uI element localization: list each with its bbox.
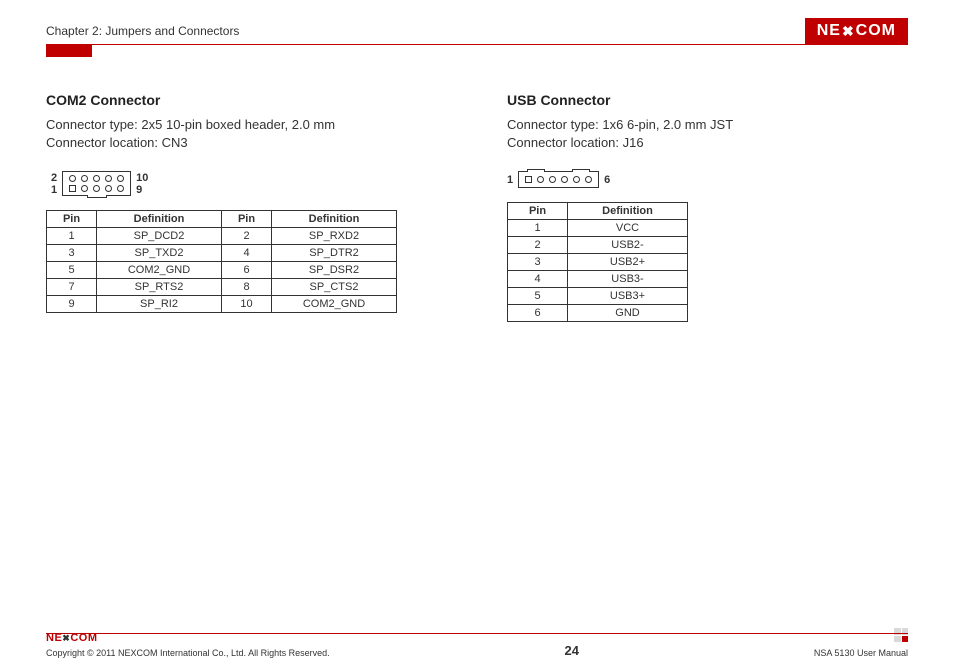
th-pin: Pin	[508, 203, 568, 220]
pin-circle-icon	[549, 176, 556, 183]
copyright-text: Copyright © 2011 NEXCOM International Co…	[46, 648, 330, 658]
com2-pin-num-10: 10	[136, 172, 148, 184]
pin-circle-icon	[69, 175, 76, 182]
pin-square-icon	[525, 176, 532, 183]
com2-pin-num-9: 9	[136, 184, 148, 196]
th-pin: Pin	[222, 211, 272, 228]
com2-type: Connector type: 2x5 10-pin boxed header,…	[46, 116, 447, 134]
usb-section: USB Connector Connector type: 1x6 6-pin,…	[507, 92, 908, 322]
connector-top-tabs	[527, 169, 590, 172]
usb-diagram: 1 6	[507, 171, 908, 188]
table-row: 5COM2_GND6SP_DSR2	[47, 262, 397, 279]
nexcom-logo: NE ✖ COM	[805, 18, 908, 44]
page-footer: Copyright © 2011 NEXCOM International Co…	[46, 643, 908, 658]
pin-circle-icon	[93, 185, 100, 192]
manual-title: NSA 5130 User Manual	[814, 648, 908, 658]
table-row: 9SP_RI210COM2_GND	[47, 296, 397, 313]
pin-circle-icon	[105, 185, 112, 192]
footer-divider	[46, 633, 908, 634]
usb-type: Connector type: 1x6 6-pin, 2.0 mm JST	[507, 116, 908, 134]
usb-connector-box	[518, 171, 599, 188]
com2-pin-table: Pin Definition Pin Definition 1SP_DCD22S…	[46, 210, 397, 313]
usb-title: USB Connector	[507, 92, 908, 108]
com2-location: Connector location: CN3	[46, 134, 447, 152]
pin-circle-icon	[81, 185, 88, 192]
table-row: 4USB3-	[508, 271, 688, 288]
th-def: Definition	[272, 211, 397, 228]
com2-pin-num-2: 2	[51, 172, 57, 184]
logo-text-right: COM	[856, 22, 896, 40]
pin-circle-icon	[117, 175, 124, 182]
pin-circle-icon	[93, 175, 100, 182]
pin-circle-icon	[537, 176, 544, 183]
table-row: 7SP_RTS28SP_CTS2	[47, 279, 397, 296]
table-header-row: Pin Definition	[508, 203, 688, 220]
table-row: 5USB3+	[508, 288, 688, 305]
logo-x-icon: ✖	[842, 23, 855, 40]
com2-pin-num-1: 1	[51, 184, 57, 196]
connector-tab-icon	[87, 195, 107, 198]
table-row: 1SP_DCD22SP_RXD2	[47, 228, 397, 245]
pin-circle-icon	[81, 175, 88, 182]
header-accent-block	[46, 45, 92, 57]
com2-diagram: 2 1	[46, 171, 447, 196]
com2-section: COM2 Connector Connector type: 2x5 10-pi…	[46, 92, 447, 322]
page-header: Chapter 2: Jumpers and Connectors NE ✖ C…	[46, 18, 908, 44]
table-header-row: Pin Definition Pin Definition	[47, 211, 397, 228]
table-row: 2USB2-	[508, 237, 688, 254]
header-divider	[46, 44, 908, 45]
pin-circle-icon	[561, 176, 568, 183]
usb-pin-num-6: 6	[604, 174, 610, 186]
com2-title: COM2 Connector	[46, 92, 447, 108]
table-row: 6GND	[508, 305, 688, 322]
pin-circle-icon	[105, 175, 112, 182]
footer-squares-icon	[894, 628, 908, 642]
th-def: Definition	[97, 211, 222, 228]
main-content: COM2 Connector Connector type: 2x5 10-pi…	[46, 92, 908, 322]
th-def: Definition	[568, 203, 688, 220]
pin-circle-icon	[585, 176, 592, 183]
table-row: 3SP_TXD24SP_DTR2	[47, 245, 397, 262]
page-number: 24	[565, 643, 579, 658]
table-row: 3USB2+	[508, 254, 688, 271]
usb-location: Connector location: J16	[507, 134, 908, 152]
logo-text-left: NE	[817, 22, 841, 40]
table-row: 1VCC	[508, 220, 688, 237]
th-pin: Pin	[47, 211, 97, 228]
pin-circle-icon	[573, 176, 580, 183]
pin-circle-icon	[117, 185, 124, 192]
usb-pin-num-1: 1	[507, 174, 513, 186]
usb-pin-table: Pin Definition 1VCC 2USB2- 3USB2+ 4USB3-…	[507, 202, 688, 322]
chapter-title: Chapter 2: Jumpers and Connectors	[46, 24, 239, 38]
com2-connector-box	[62, 171, 131, 196]
pin-square-icon	[69, 185, 76, 192]
